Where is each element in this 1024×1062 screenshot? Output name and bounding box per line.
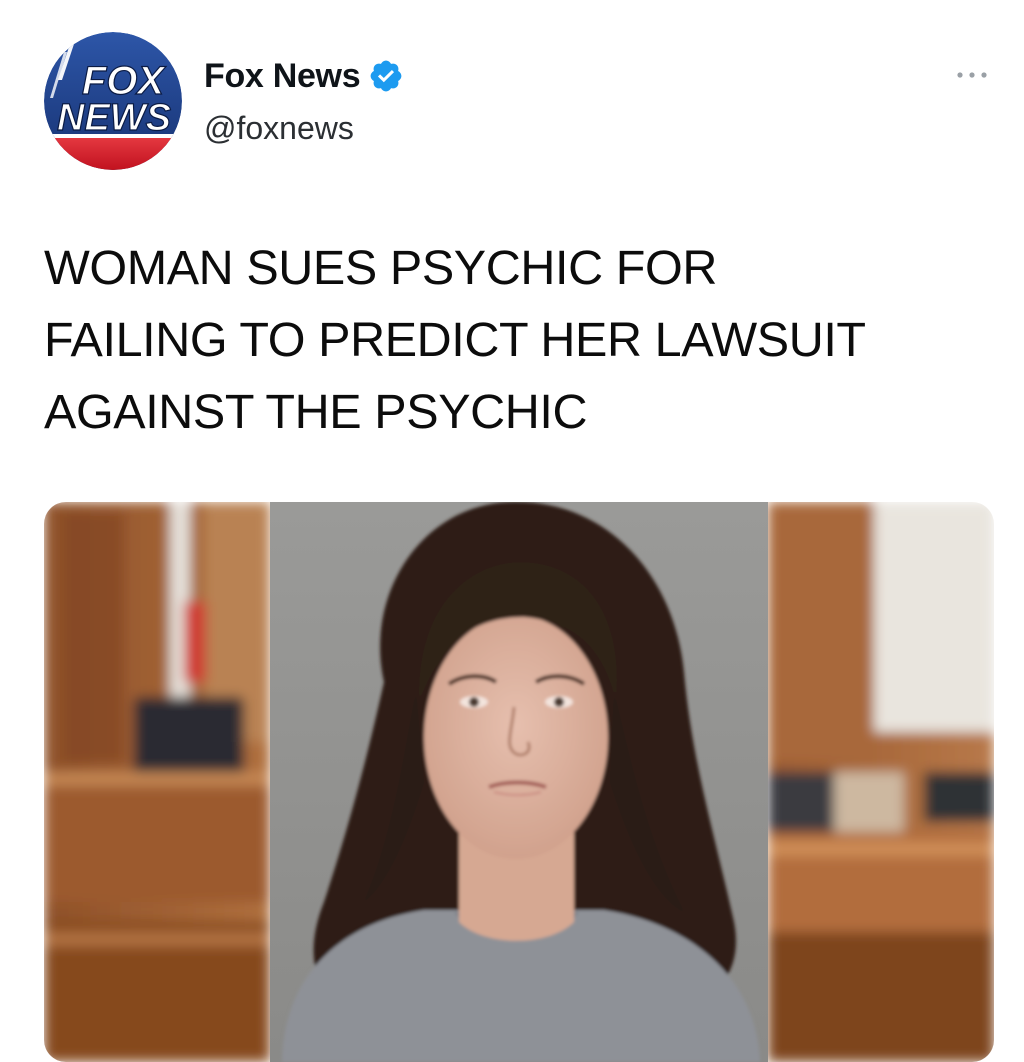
headline-line: WOMAN SUES PSYCHIC FOR — [44, 241, 717, 295]
verified-badge-icon — [370, 60, 402, 92]
more-horizontal-icon — [957, 72, 987, 78]
tweet-text: WOMAN SUES PSYCHIC FOR FAILING TO PREDIC… — [44, 232, 994, 448]
author-handle[interactable]: @foxnews — [204, 108, 354, 148]
tweet-media-image[interactable] — [44, 502, 994, 1062]
headline-line: FAILING TO PREDICT HER LAWSUIT — [44, 313, 866, 367]
headline-line: AGAINST THE PSYCHIC — [44, 385, 588, 439]
more-options-button[interactable] — [950, 60, 994, 90]
courtroom-mugshot-image — [44, 502, 994, 1062]
fox-news-logo: FOX NEWS — [44, 32, 182, 170]
profile-avatar[interactable]: FOX NEWS — [44, 32, 182, 170]
author-display-name: Fox News — [204, 57, 361, 95]
logo-text-news: NEWS — [57, 97, 171, 139]
author-name-row[interactable]: Fox News — [204, 56, 404, 96]
